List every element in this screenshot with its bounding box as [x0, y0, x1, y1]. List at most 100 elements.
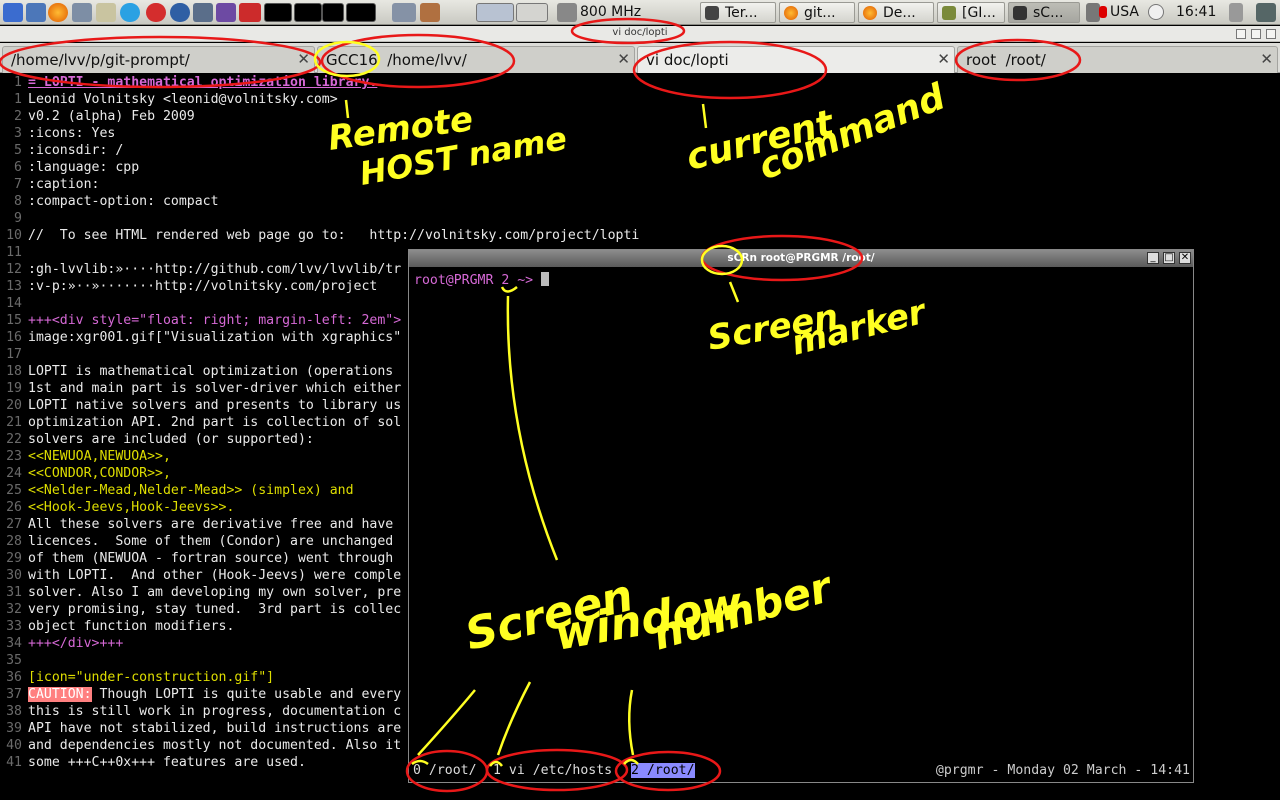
menu-icon[interactable]	[3, 3, 23, 22]
keyboard-layout[interactable]: USA	[1110, 4, 1139, 20]
editor-line[interactable]: 39 API have not stabilized, build instruc…	[0, 720, 401, 737]
sound-icon[interactable]	[1086, 3, 1100, 22]
editor-line[interactable]: 34 +++</div>+++	[0, 635, 123, 652]
task-screen[interactable]: sC...	[1008, 2, 1080, 23]
tab-vi-lopti[interactable]: vi doc/lopti ✕	[637, 46, 955, 73]
maximize-button[interactable]: □	[1163, 252, 1175, 264]
editor-line[interactable]: 8:compact-option: compact	[0, 193, 219, 210]
editor-line[interactable]: 9	[0, 210, 28, 227]
desktop-icon[interactable]	[26, 3, 46, 22]
editor-line[interactable]: 26 <<Hook-Jeevs,Hook-Jeevs>>.	[0, 499, 234, 516]
editor-line[interactable]: 14	[0, 295, 28, 312]
line-text: <<NEWUOA,NEWUOA>>,	[28, 449, 171, 464]
editor-line[interactable]: 27 All these solvers are derivative free …	[0, 516, 393, 533]
screen-terminal-window[interactable]: sCRn root@PRGMR /root/ _ □ ✕ root@PRGMR …	[408, 249, 1194, 783]
editor-line[interactable]: 11	[0, 244, 28, 261]
close-icon[interactable]: ✕	[297, 50, 310, 68]
settings-icon[interactable]	[193, 3, 213, 22]
line-text: image:xgr001.gif["Visualization with xgr…	[28, 330, 402, 345]
workspace-1[interactable]	[476, 3, 514, 22]
editor-line[interactable]: 22 solvers are included (or supported):	[0, 431, 314, 448]
task-firefox-git[interactable]: git...	[779, 2, 855, 23]
logout-icon[interactable]	[1256, 3, 1276, 22]
line-number: 31	[6, 585, 22, 600]
line-number: 20	[6, 398, 22, 413]
tab-root[interactable]: root /root/ ✕	[957, 46, 1278, 73]
opera-icon[interactable]	[146, 3, 166, 22]
editor-line[interactable]: 18 LOPTI is mathematical optimization (op…	[0, 363, 393, 380]
editor-line[interactable]: 24 <<CONDOR,CONDOR>>,	[0, 465, 171, 482]
globe-icon[interactable]	[170, 3, 190, 22]
close-icon[interactable]: ✕	[937, 50, 950, 68]
screen-window-2-current[interactable]: 2 /root/	[631, 763, 695, 778]
maximize-button[interactable]	[1251, 29, 1261, 39]
gimp-icon	[942, 6, 956, 20]
editor-line[interactable]: 25 <<Nelder-Mead,Nelder-Mead>> (simplex) …	[0, 482, 353, 499]
shell-prompt[interactable]: root@PRGMR 2 ~>	[414, 272, 550, 288]
home-icon[interactable]	[72, 3, 92, 22]
editor-line[interactable]: 6:language: cpp	[0, 159, 139, 176]
line-number: 29	[6, 551, 22, 566]
network-icon[interactable]	[420, 3, 440, 22]
cpufreq-icon	[557, 3, 577, 22]
editor-line[interactable]: 30 with LOPTI. And other (Hook-Jeevs) wer…	[0, 567, 401, 584]
files-icon[interactable]	[96, 3, 116, 22]
editor-line[interactable]: 21 optimization API. 2nd part is collecti…	[0, 414, 401, 431]
tab-gcc16[interactable]: GCC16 /home/lvv/ ✕	[317, 46, 635, 73]
task-gimp[interactable]: [GI...	[937, 2, 1005, 23]
editor-line[interactable]: 17	[0, 346, 28, 363]
close-window-button[interactable]	[1266, 29, 1276, 39]
editor-line[interactable]: 7:caption:	[0, 176, 99, 193]
editor-line[interactable]: 13:v-p:»··»·······http://volnitsky.com/p…	[0, 278, 377, 295]
firefox-launcher-icon[interactable]	[48, 3, 68, 22]
pidgin-icon[interactable]	[216, 3, 236, 22]
editor-line[interactable]: 35	[0, 652, 28, 669]
mem-graph-icon	[294, 3, 322, 22]
editor-line[interactable]: 1 = LOPTI - mathematical optimization lib…	[0, 74, 377, 91]
task-firefox-de[interactable]: De...	[858, 2, 934, 23]
editor-line[interactable]: 36 [icon="under-construction.gif"]	[0, 669, 274, 686]
close-icon[interactable]: ✕	[1260, 50, 1273, 68]
editor-line[interactable]: 33 object function modifiers.	[0, 618, 234, 635]
screen-window-0[interactable]: 0 /root/	[413, 763, 477, 778]
line-text: // To see HTML rendered web page go to: …	[28, 228, 640, 243]
editor-line[interactable]: 37 CAUTION: Though LOPTI is quite usable …	[0, 686, 401, 703]
screen-window-1[interactable]: 1 vi /etc/hosts	[493, 763, 612, 778]
firefox-icon	[863, 6, 877, 20]
task-terminal[interactable]: Ter...	[700, 2, 776, 23]
editor-line[interactable]: 23 <<NEWUOA,NEWUOA>>,	[0, 448, 171, 465]
line-text: object function modifiers.	[28, 619, 235, 634]
minimize-button[interactable]	[1236, 29, 1246, 39]
clock[interactable]: 16:41	[1176, 4, 1216, 20]
line-number: 5	[14, 143, 22, 158]
editor-line[interactable]: 5:iconsdir: /	[0, 142, 123, 159]
editor-line[interactable]: 19 1st and main part is solver-driver whi…	[0, 380, 401, 397]
close-icon[interactable]: ✕	[617, 50, 630, 68]
editor-line[interactable]: 28 licences. Some of them (Condor) are un…	[0, 533, 393, 550]
editor-line[interactable]: 12:gh-lvvlib:»····http://github.com/lvv/…	[0, 261, 401, 278]
close-button[interactable]: ✕	[1179, 252, 1191, 264]
line-number: 19	[6, 381, 22, 396]
editor-line[interactable]: 41 some +++C++0x+++ features are used.	[0, 754, 306, 771]
minimize-button[interactable]: _	[1147, 252, 1159, 264]
workspace-2[interactable]	[516, 3, 548, 22]
editor-line[interactable]: 16 image:xgr001.gif["Visualization with x…	[0, 329, 401, 346]
screen-window-titlebar[interactable]: sCRn root@PRGMR /root/ _ □ ✕	[409, 250, 1193, 267]
editor-line[interactable]: 10 // To see HTML rendered web page go to…	[0, 227, 639, 244]
tab-git-prompt[interactable]: /home/lvv/p/git-prompt/ ✕	[2, 46, 315, 73]
editor-line[interactable]: 32 very promising, stay tuned. 3rd part i…	[0, 601, 401, 618]
editor-line[interactable]: 31 solver. Also I am developing my own so…	[0, 584, 401, 601]
editor-line[interactable]: 20 LOPTI native solvers and presents to l…	[0, 397, 401, 414]
editor-line[interactable]: 38 this is still work in progress, docume…	[0, 703, 401, 720]
line-number: 21	[6, 415, 22, 430]
editor-line[interactable]: 40 and dependencies mostly not documented…	[0, 737, 401, 754]
editor-line[interactable]: 2 v0.2 (alpha) Feb 2009	[0, 108, 195, 125]
cpu-frequency: 800 MHz	[580, 4, 642, 20]
weather-icon[interactable]	[1148, 4, 1164, 20]
skype-icon[interactable]	[120, 3, 140, 22]
editor-line[interactable]: 3:icons: Yes	[0, 125, 115, 142]
editor-line[interactable]: 15 +++<div style="float: right; margin-le…	[0, 312, 401, 329]
editor-line[interactable]: 29 of them (NEWUOA - fortran source) went…	[0, 550, 393, 567]
window-titlebar[interactable]: vi doc/lopti	[0, 26, 1280, 42]
editor-line[interactable]: 1 Leonid Volnitsky <leonid@volnitsky.com>	[0, 91, 338, 108]
